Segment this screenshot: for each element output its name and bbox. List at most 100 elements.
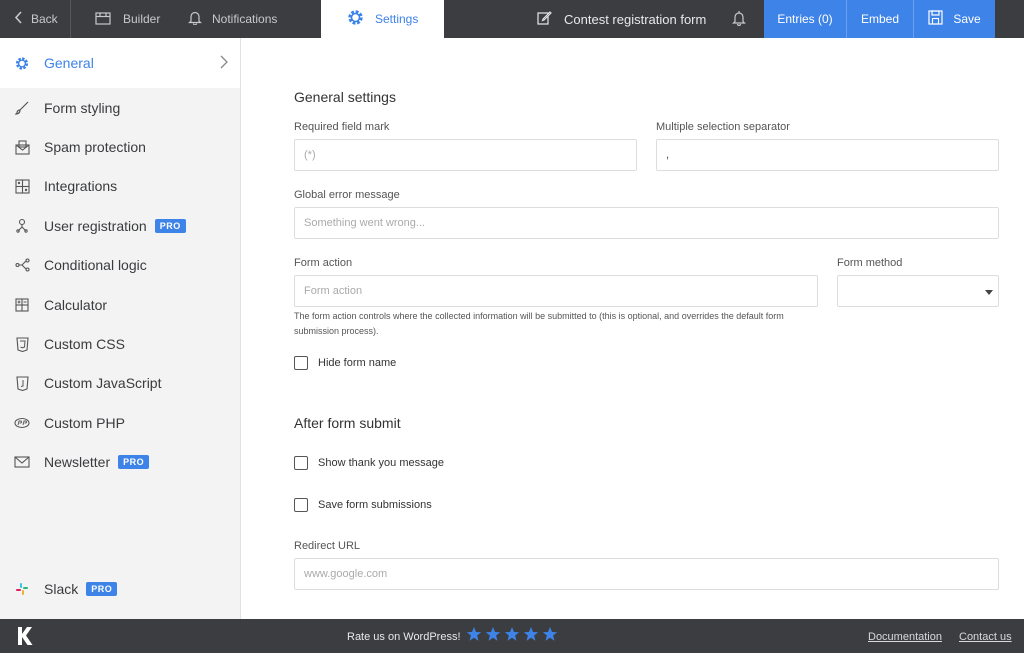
form-action-help: The form action controls where the colle… [294,311,784,336]
sidebar-item-custom-php[interactable]: Custom PHP [0,403,240,442]
tab-notifications-label: Notifications [212,12,278,26]
sidebar-item-spam-protection[interactable]: Spam protection [0,127,240,166]
star-icon[interactable] [485,626,501,645]
sidebar-item-label: Integrations [44,178,118,195]
required-mark-input[interactable] [294,139,637,171]
form-title-text: Contest registration form [564,11,707,27]
after-submit-heading: After form submit [294,415,401,431]
envelope-icon [14,454,30,470]
brush-icon [14,100,30,116]
tab-settings-label: Settings [375,12,419,26]
hide-form-name-checkbox[interactable]: Hide form name [294,356,396,370]
embed-button[interactable]: Embed [847,0,913,38]
js-icon [14,375,30,391]
footer-bar: Rate us on WordPress! Documentation Cont… [0,619,1024,653]
rate-us-text: Rate us on WordPress! [347,631,461,643]
redirect-url-input[interactable] [294,558,999,590]
checkbox-box[interactable] [294,356,308,370]
back-label: Back [31,12,58,26]
calculator-icon [14,297,30,313]
general-settings-heading: General settings [294,89,396,105]
sidebar-item-label: Form styling [44,99,121,116]
form-action-label: Form action [294,257,353,269]
sidebar-item-integrations[interactable]: Integrations [0,167,240,206]
css-icon [14,336,30,352]
entries-button[interactable]: Entries (0) [764,0,846,38]
entries-label: Entries (0) [777,12,833,26]
embed-label: Embed [860,12,900,26]
sidebar-item-label: User registration [44,217,147,234]
star-icon[interactable] [523,626,539,645]
save-icon [928,10,943,28]
tab-settings[interactable]: Settings [321,0,444,38]
slack-icon [14,581,30,597]
sidebar-item-label: Conditional logic [44,257,147,274]
documentation-link[interactable]: Documentation [868,631,942,643]
contact-us-link[interactable]: Contact us [959,631,1012,643]
sidebar-item-custom-javascript[interactable]: Custom JavaScript [0,364,240,403]
tab-notifications[interactable]: Notifications [174,0,321,38]
form-method-label: Form method [837,257,903,269]
redirect-url-label: Redirect URL [294,540,361,552]
form-action-input[interactable] [294,275,818,307]
checkbox-label: Hide form name [318,357,397,369]
settings-panel: General settings Required field mark Mul… [241,38,1024,619]
save-submissions-checkbox[interactable]: Save form submissions [294,498,432,512]
checkbox-label: Show thank you message [318,457,444,469]
form-method-select[interactable] [837,275,999,307]
tab-builder[interactable]: Builder [71,0,174,38]
sidebar-item-custom-css[interactable]: Custom CSS [0,324,240,363]
tab-builder-label: Builder [123,12,161,26]
sidebar-item-calculator[interactable]: Calculator [0,285,240,324]
pro-badge: PRO [154,218,186,233]
error-message-input[interactable] [294,207,999,239]
bell-icon [731,10,746,29]
star-icon[interactable] [504,626,520,645]
gear-icon [14,55,30,71]
sidebar-item-label: Newsletter [44,454,111,471]
checkbox-label: Save form submissions [318,499,432,511]
bell-icon [188,10,202,28]
checkbox-box[interactable] [294,498,308,512]
brand-logo [17,627,33,648]
sidebar-item-user-registration[interactable]: User registration PRO [0,206,240,245]
sidebar-item-label: Calculator [44,296,108,313]
sidebar-item-label: Slack [44,580,79,597]
separator-input[interactable] [656,139,999,171]
checkbox-box[interactable] [294,456,308,470]
chevron-left-icon [14,11,23,27]
form-title[interactable]: Contest registration form [444,0,713,38]
edit-icon [537,10,552,28]
sidebar-item-slack[interactable]: Slack PRO [0,569,240,608]
settings-sidebar: General Form styling Spam protection Int… [0,38,241,619]
caret-down-icon [985,290,993,295]
separator-label: Multiple selection separator [656,121,790,133]
save-button[interactable]: Save [914,0,995,38]
rating-stars[interactable] [466,626,558,645]
star-icon[interactable] [466,626,482,645]
thank-you-checkbox[interactable]: Show thank you message [294,456,444,470]
puzzle-icon [14,178,30,194]
sidebar-item-form-styling[interactable]: Form styling [0,88,240,127]
pro-badge: PRO [118,455,150,470]
sidebar-item-general[interactable]: General [0,38,240,88]
sidebar-item-label: Spam protection [44,139,146,156]
sidebar-item-label: Custom PHP [44,414,125,431]
sidebar-item-label: Custom JavaScript [44,375,162,392]
php-icon [14,415,30,431]
star-icon[interactable] [542,626,558,645]
error-message-label: Global error message [294,189,400,201]
sidebar-item-label: Custom CSS [44,336,125,353]
chevron-right-icon [220,55,228,72]
alerts-button[interactable] [713,0,764,38]
sidebar-item-label: General [44,55,94,71]
required-mark-label: Required field mark [294,121,390,133]
spam-shield-icon [14,139,30,155]
top-toolbar: Back Builder Notifications Settings Cont… [0,0,1024,38]
sidebar-item-conditional-logic[interactable]: Conditional logic [0,246,240,285]
branch-icon [14,257,30,273]
save-label: Save [953,12,981,26]
back-button[interactable]: Back [0,0,70,38]
user-tree-icon [14,218,30,234]
sidebar-item-newsletter[interactable]: Newsletter PRO [0,443,240,482]
